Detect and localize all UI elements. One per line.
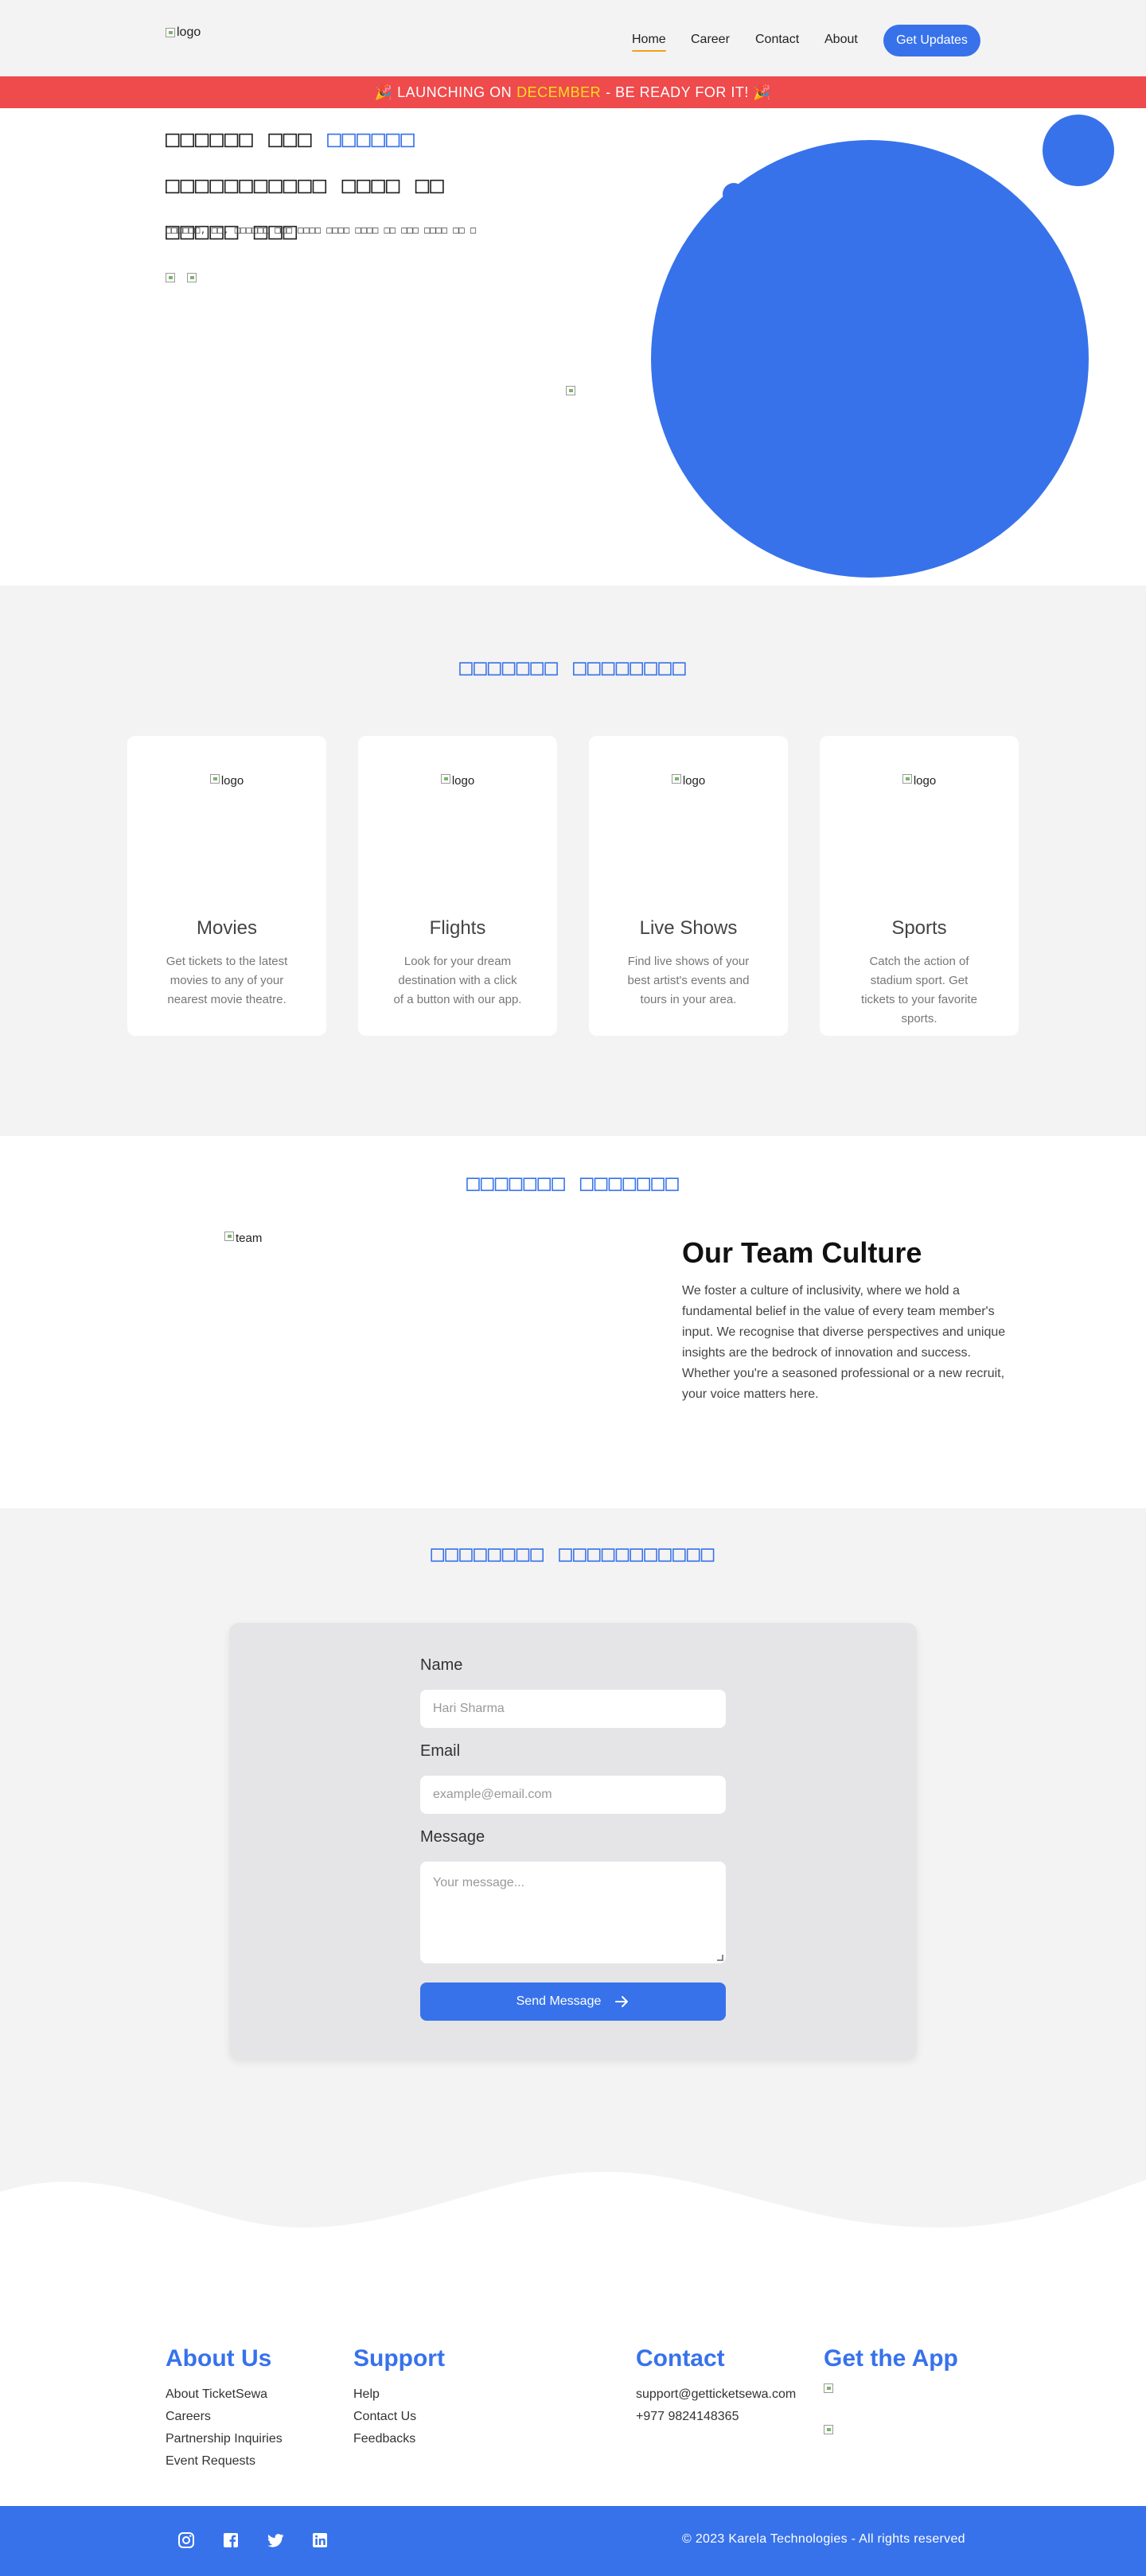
broken-image-icon bbox=[209, 774, 220, 784]
site-logo[interactable]: logo bbox=[166, 25, 201, 40]
facebook-icon[interactable] bbox=[221, 2531, 240, 2550]
service-card-movies[interactable]: logo Movies Get tickets to the latest mo… bbox=[127, 736, 326, 1036]
team-image: team bbox=[224, 1232, 262, 1245]
footer-link-partnership[interactable]: Partnership Inquiries bbox=[166, 2428, 283, 2450]
footer-link-about-ticketsewa[interactable]: About TicketSewa bbox=[166, 2383, 283, 2406]
footer-about-column: About Us About TicketSewa Careers Partne… bbox=[166, 2345, 283, 2473]
card-logo: logo bbox=[589, 774, 788, 788]
nav-link-career[interactable]: Career bbox=[691, 33, 730, 47]
team-section: □□□□□□□ □□□□□□□ team Our Team Culture We… bbox=[0, 1136, 1146, 1508]
party-popper-icon: 🎉 bbox=[374, 84, 393, 100]
team-heading: Our Team Culture bbox=[682, 1236, 922, 1269]
logo-alt-text: logo bbox=[177, 25, 201, 39]
footer-link-email[interactable]: support@getticketsewa.com bbox=[636, 2383, 796, 2406]
logo-alt-text: logo bbox=[451, 774, 475, 788]
instagram-icon[interactable] bbox=[177, 2531, 196, 2550]
contact-section-title: □□□□□□□□ □□□□□□□□□□□ bbox=[431, 1540, 715, 1566]
card-description: Get tickets to the latest movies to any … bbox=[166, 955, 288, 1006]
card-description: Look for your dream destination with a c… bbox=[393, 955, 522, 1006]
banner-text-after: - BE READY FOR IT! bbox=[606, 84, 749, 100]
name-input[interactable]: Hari Sharma bbox=[420, 1690, 726, 1728]
twitter-icon[interactable] bbox=[266, 2531, 285, 2550]
party-popper-icon: 🎉 bbox=[753, 84, 772, 100]
footer-support-column: Support Help Contact Us Feedbacks bbox=[353, 2345, 445, 2450]
arrow-right-icon bbox=[615, 1996, 629, 2007]
footer-about-title: About Us bbox=[166, 2345, 272, 2372]
hero-image bbox=[566, 386, 575, 395]
copyright-text: © 2023 Karela Technologies - All rights … bbox=[682, 2532, 965, 2546]
card-logo: logo bbox=[127, 774, 326, 788]
team-alt-text: team bbox=[236, 1232, 263, 1245]
resize-handle-icon[interactable] bbox=[717, 1955, 723, 1961]
footer-link-event-requests[interactable]: Event Requests bbox=[166, 2450, 283, 2473]
services-title: □□□□□□□ □□□□□□□□ bbox=[459, 654, 687, 680]
email-label: Email bbox=[420, 1742, 461, 1760]
footer-link-help[interactable]: Help bbox=[353, 2383, 445, 2406]
top-navbar: logo Home Career Contact About Get Updat… bbox=[0, 0, 1146, 76]
footer-contact-title: Contact bbox=[636, 2345, 725, 2372]
team-body: We foster a culture of inclusivity, wher… bbox=[682, 1284, 1006, 1401]
card-description: Find live shows of your best artist's ev… bbox=[627, 955, 750, 1006]
page: logo Home Career Contact About Get Updat… bbox=[0, 0, 1146, 2576]
footer-link-feedbacks[interactable]: Feedbacks bbox=[353, 2428, 445, 2450]
logo-alt-text: logo bbox=[682, 774, 706, 788]
hero-decor-bump bbox=[723, 183, 745, 205]
banner-text-before: LAUNCHING ON bbox=[397, 84, 513, 100]
nav-link-home[interactable]: Home bbox=[632, 33, 666, 52]
footer-contact-column: Contact support@getticketsewa.com +977 9… bbox=[636, 2345, 796, 2428]
hero-decor-circle-large bbox=[651, 140, 1089, 578]
broken-image-icon bbox=[166, 28, 175, 37]
service-card-live-shows[interactable]: logo Live Shows Find live shows of your … bbox=[589, 736, 788, 1036]
app-store-badge[interactable] bbox=[824, 2425, 833, 2434]
service-card-flights[interactable]: logo Flights Look for your dream destina… bbox=[358, 736, 557, 1036]
hero-decor-circle-small bbox=[1043, 115, 1114, 186]
footer-bottom-bar: © 2023 Karela Technologies - All rights … bbox=[0, 2506, 1146, 2576]
hero-subtitle: □□□□□□, □□, □□□□□□ □□□ □□□□ □□□□ □□□□ □□… bbox=[166, 224, 477, 235]
message-textarea[interactable]: Your message... bbox=[420, 1862, 726, 1963]
get-updates-button[interactable]: Get Updates bbox=[883, 25, 980, 56]
send-message-label: Send Message bbox=[516, 1994, 602, 2008]
nav-link-about[interactable]: About bbox=[824, 33, 858, 47]
nav-link-contact[interactable]: Contact bbox=[755, 33, 799, 47]
app-store-badge[interactable] bbox=[187, 273, 197, 282]
hero-title-highlight: □□□□□□ bbox=[327, 125, 415, 152]
card-title: Sports bbox=[891, 917, 947, 939]
team-section-title: □□□□□□□ □□□□□□□ bbox=[466, 1169, 680, 1196]
message-placeholder: Your message... bbox=[433, 1876, 525, 1889]
broken-image-icon bbox=[671, 774, 681, 784]
play-store-badge[interactable] bbox=[824, 2383, 833, 2393]
contact-form: Name Hari Sharma Email example@email.com… bbox=[229, 1623, 917, 2059]
message-label: Message bbox=[420, 1828, 485, 1846]
card-logo: logo bbox=[820, 774, 1019, 788]
footer-app-column: Get the App bbox=[824, 2345, 958, 2466]
broken-image-icon bbox=[224, 1232, 234, 1241]
card-title: Movies bbox=[196, 917, 258, 939]
footer-link-contact-us[interactable]: Contact Us bbox=[353, 2406, 445, 2428]
banner-highlight: DECEMBER bbox=[516, 84, 602, 100]
broken-image-icon bbox=[902, 774, 912, 784]
send-message-button[interactable]: Send Message bbox=[420, 1983, 726, 2021]
broken-image-icon bbox=[440, 774, 450, 784]
card-title: Live Shows bbox=[639, 917, 738, 939]
footer-link-phone[interactable]: +977 9824148365 bbox=[636, 2406, 796, 2428]
launch-banner: 🎉 LAUNCHING ON DECEMBER - BE READY FOR I… bbox=[0, 76, 1146, 108]
play-store-badge[interactable] bbox=[166, 273, 175, 282]
card-description: Catch the action of stadium sport. Get t… bbox=[861, 955, 977, 1025]
hero-title-part1: □□□□□□ □□□ bbox=[166, 125, 328, 152]
footer-support-title: Support bbox=[353, 2345, 445, 2372]
service-card-sports[interactable]: logo Sports Catch the action of stadium … bbox=[820, 736, 1019, 1036]
linkedin-icon[interactable] bbox=[310, 2531, 329, 2550]
footer-link-careers[interactable]: Careers bbox=[166, 2406, 283, 2428]
name-label: Name bbox=[420, 1656, 463, 1674]
card-title: Flights bbox=[429, 917, 486, 939]
card-logo: logo bbox=[358, 774, 557, 788]
footer-app-title: Get the App bbox=[824, 2345, 958, 2372]
email-input[interactable]: example@email.com bbox=[420, 1776, 726, 1814]
logo-alt-text: logo bbox=[913, 774, 937, 788]
logo-alt-text: logo bbox=[220, 774, 244, 788]
